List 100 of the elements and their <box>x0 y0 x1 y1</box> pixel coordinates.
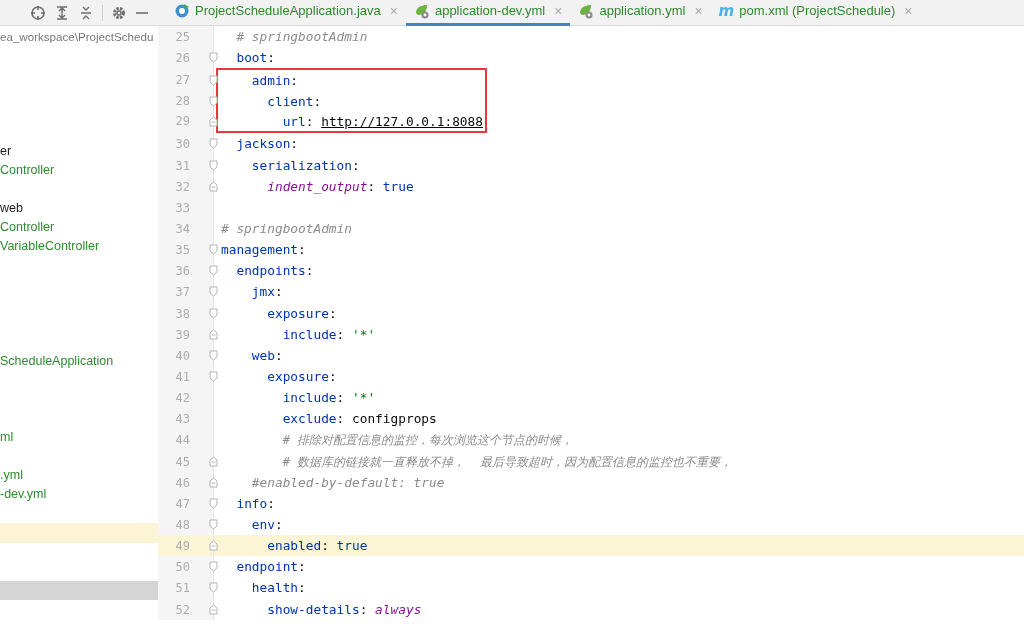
line-number: 40 <box>174 347 190 365</box>
leaf-gear-icon <box>413 3 430 19</box>
fold-icon[interactable] <box>209 138 218 150</box>
line-number: 42 <box>174 390 190 408</box>
line-number: 26 <box>174 50 190 68</box>
line-number: 47 <box>174 495 190 513</box>
line-number: 48 <box>174 517 190 534</box>
collapse-all-icon[interactable] <box>78 4 94 21</box>
file-tab[interactable]: ProjectScheduleApplication.java × <box>166 0 406 26</box>
project-path: ea_workspace\ProjectSchedu <box>0 30 154 43</box>
code-line: url: http://127.0.0.1:8088 <box>282 114 483 130</box>
fold-icon[interactable] <box>209 52 218 64</box>
line-number: 33 <box>174 199 190 217</box>
line-number: 37 <box>174 284 190 302</box>
code-line: env: <box>251 517 283 532</box>
fold-icon[interactable] <box>209 159 218 171</box>
line-number: 28 <box>174 92 190 110</box>
file-tab[interactable]: m pom.xml (ProjectSchedule) × <box>710 0 921 26</box>
leaf-gear-icon <box>578 3 595 19</box>
line-number: 31 <box>174 157 190 175</box>
code-line: # 数据库的链接就一直释放不掉， 最后导致超时，因为配置信息的监控也不重要， <box>282 453 732 469</box>
code-line: jackson: <box>236 136 299 152</box>
code-line: admin: <box>251 73 299 89</box>
fold-icon[interactable] <box>209 286 218 298</box>
tree-item[interactable]: web <box>0 200 23 215</box>
unfold-icon[interactable] <box>209 540 218 552</box>
maven-icon: m <box>718 3 735 19</box>
line-number: 43 <box>174 411 190 429</box>
unfold-icon[interactable] <box>209 476 218 488</box>
selected-row[interactable] <box>0 580 158 600</box>
tree-item[interactable]: VariableController <box>0 239 100 254</box>
code-line: # 排除对配置信息的监控，每次浏览这个节点的时候， <box>282 432 574 448</box>
code-line: boot: <box>236 50 275 66</box>
code-line: management: <box>221 242 306 258</box>
tree-item[interactable]: -dev.yml <box>0 487 47 502</box>
line-number: 51 <box>174 580 190 598</box>
tree-item[interactable]: ScheduleApplication <box>0 353 114 368</box>
code-line: endpoints: <box>236 263 314 279</box>
settings-icon[interactable] <box>111 4 127 21</box>
tree-item[interactable]: Controller <box>0 219 55 234</box>
fold-icon[interactable] <box>209 519 218 530</box>
code-line: exposure: <box>267 369 337 384</box>
fold-icon[interactable] <box>209 265 218 277</box>
line-number: 36 <box>174 263 190 281</box>
code-line: health: <box>251 580 306 596</box>
line-number: 39 <box>174 326 190 344</box>
line-number: 52 <box>174 601 190 619</box>
fold-icon[interactable] <box>209 307 218 319</box>
line-number: 25 <box>174 29 190 46</box>
code-line: indent_output: true <box>267 178 414 194</box>
tree-item[interactable]: Controller <box>0 162 55 177</box>
expand-all-icon[interactable] <box>54 4 70 21</box>
file-tab[interactable]: application-dev.yml × <box>405 0 571 26</box>
line-number: 35 <box>174 242 190 260</box>
unfold-icon[interactable] <box>209 328 218 340</box>
tree-item[interactable]: .yml <box>0 468 23 483</box>
code-line: # springbootAdmin <box>236 29 368 44</box>
line-number: 27 <box>174 72 190 90</box>
unfold-icon[interactable] <box>209 116 218 128</box>
code-line: exclude: configprops <box>282 411 437 427</box>
fold-icon[interactable] <box>209 497 218 509</box>
fold-icon[interactable] <box>209 75 218 87</box>
code-line: jmx: <box>251 284 283 300</box>
line-number: 41 <box>174 369 190 386</box>
highlighted-row[interactable] <box>0 523 158 543</box>
code-line: include: '*' <box>282 390 376 406</box>
fold-icon[interactable] <box>209 582 218 594</box>
code-line: include: '*' <box>282 326 376 342</box>
line-number: 38 <box>174 305 190 323</box>
unfold-icon[interactable] <box>209 455 218 467</box>
line-number: 30 <box>174 136 190 154</box>
line-number: 49 <box>174 538 190 556</box>
line-number: 50 <box>174 559 190 577</box>
unfold-icon[interactable] <box>209 603 218 615</box>
code-line: #enabled-by-default: true <box>251 474 445 490</box>
fold-icon[interactable] <box>209 371 218 382</box>
line-number: 46 <box>174 474 190 492</box>
file-tab[interactable]: application.yml × <box>570 0 711 26</box>
fold-icon[interactable] <box>209 349 218 361</box>
fold-icon[interactable] <box>209 95 218 107</box>
code-line: show-details: always <box>267 601 422 617</box>
line-number: 44 <box>174 432 190 450</box>
code-line: endpoint: <box>236 559 306 575</box>
tree-item[interactable]: er <box>0 143 12 158</box>
fold-icon[interactable] <box>209 244 218 256</box>
class-icon <box>174 3 190 19</box>
code-line: serialization: <box>251 157 360 173</box>
tree-item[interactable]: ml <box>0 429 14 444</box>
locate-icon[interactable] <box>30 4 46 21</box>
code-line: exposure: <box>267 305 337 321</box>
line-number: 45 <box>174 453 190 471</box>
fold-icon[interactable] <box>209 561 218 573</box>
code-line: enabled: true <box>267 538 368 554</box>
line-number: 34 <box>174 221 190 238</box>
unfold-icon[interactable] <box>209 180 218 192</box>
code-line: web: <box>251 347 283 363</box>
line-number: 32 <box>174 178 190 196</box>
code-line: # springbootAdmin <box>221 221 352 236</box>
code-line: client: <box>267 93 322 109</box>
code-line: info: <box>236 495 275 511</box>
